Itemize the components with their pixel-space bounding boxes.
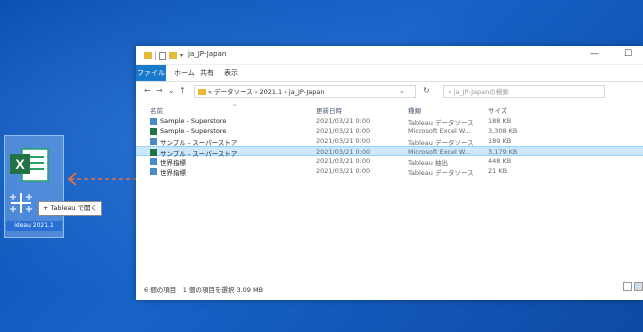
file-type: Microsoft Excel W... bbox=[408, 127, 471, 135]
column-name[interactable]: 名前 bbox=[150, 105, 163, 115]
folder-icon bbox=[198, 89, 206, 95]
tab-share[interactable]: 共有 bbox=[200, 65, 214, 81]
divider bbox=[155, 51, 156, 60]
minimize-button[interactable]: — bbox=[590, 49, 599, 59]
title-bar: ▾ ja_JP-Japan — ☐ bbox=[136, 46, 643, 65]
svg-text:X: X bbox=[15, 156, 25, 172]
column-size[interactable]: サイズ bbox=[488, 105, 507, 115]
file-row[interactable]: サンプル - スーパーストア 2021/03/21 0:00 Tableau データ… bbox=[136, 136, 643, 147]
properties-icon[interactable] bbox=[159, 51, 166, 60]
address-row: ← → ⌄ ↑ « データソース › 2021.1 › ja_JP-Japan … bbox=[136, 82, 643, 102]
file-name: Sample - Superstore bbox=[160, 117, 227, 125]
file-row[interactable]: Sample - Superstore 2021/03/21 0:00 Tablea… bbox=[136, 116, 643, 127]
address-bar[interactable]: « データソース › 2021.1 › ja_JP-Japan bbox=[194, 85, 416, 98]
sort-arrow-icon: ^ bbox=[232, 103, 238, 111]
file-date: 2021/03/21 0:00 bbox=[316, 137, 371, 145]
refresh-button[interactable]: ↻ bbox=[423, 86, 430, 95]
file-date: 2021/03/21 0:00 bbox=[316, 167, 371, 175]
search-placeholder: ja_JP-Japanの検索 bbox=[453, 88, 509, 96]
file-type: Microsoft Excel W... bbox=[408, 148, 471, 156]
tab-home[interactable]: ホーム bbox=[174, 65, 195, 81]
tableau-data-icon bbox=[150, 118, 157, 125]
excel-file-icon bbox=[150, 128, 157, 135]
file-type: Tableau データソース bbox=[408, 169, 474, 177]
file-row[interactable]: サンプル - スーパーストア 2021/03/21 0:00 Microsoft E… bbox=[136, 146, 643, 158]
address-dropdown-button[interactable]: ⌄ bbox=[399, 87, 405, 95]
file-size: 189 KB bbox=[488, 137, 512, 145]
file-date: 2021/03/21 0:00 bbox=[316, 117, 371, 125]
tableau-extract-icon bbox=[150, 158, 157, 165]
column-date[interactable]: 更新日時 bbox=[316, 105, 342, 115]
up-button[interactable]: ↑ bbox=[179, 86, 186, 95]
tableau-data-icon bbox=[150, 168, 157, 175]
column-type[interactable]: 種類 bbox=[408, 105, 421, 115]
ribbon-tabs: ファイル ホーム 共有 表示 bbox=[136, 65, 643, 82]
tableau-data-icon bbox=[150, 138, 157, 145]
status-bar: 6 個の項目 1 個の項目を選択 3.09 MB bbox=[144, 286, 264, 294]
file-row[interactable]: 世界指標 2021/03/21 0:00 Tableau 抽出 448 KB bbox=[136, 156, 643, 167]
address-path: « データソース › 2021.1 › ja_JP-Japan bbox=[208, 88, 325, 96]
excel-file-icon bbox=[150, 149, 157, 156]
tab-file[interactable]: ファイル bbox=[136, 65, 166, 81]
quick-access-toolbar: ▾ bbox=[144, 51, 183, 60]
back-button[interactable]: ← bbox=[144, 86, 151, 95]
folder-icon bbox=[144, 52, 152, 59]
tab-view[interactable]: 表示 bbox=[224, 65, 238, 81]
file-row[interactable]: Sample - Superstore 2021/03/21 0:00 Micros… bbox=[136, 126, 643, 136]
tableau-icon bbox=[10, 193, 32, 213]
large-icons-view-button[interactable] bbox=[634, 282, 643, 291]
forward-button[interactable]: → bbox=[156, 86, 163, 95]
file-size: 3,308 KB bbox=[488, 127, 518, 135]
file-row[interactable]: 世界指標 2021/03/21 0:00 Tableau データソース 21 KB bbox=[136, 166, 643, 177]
details-view-button[interactable] bbox=[623, 282, 632, 291]
excel-file-icon[interactable]: X bbox=[8, 145, 52, 185]
file-name: 世界指標 bbox=[160, 169, 186, 177]
search-input[interactable]: ⌕ ja_JP-Japanの検索 bbox=[443, 85, 605, 98]
recent-locations-button[interactable]: ⌄ bbox=[168, 86, 175, 95]
file-name: Sample - Superstore bbox=[160, 127, 227, 135]
explorer-window: ▾ ja_JP-Japan — ☐ ファイル ホーム 共有 表示 ← → ⌄ ↑… bbox=[136, 46, 643, 300]
file-label: ideau 2021.1 bbox=[6, 221, 62, 231]
column-headers: 名前 ^ 更新日時 種類 サイズ bbox=[136, 102, 643, 116]
file-size: 21 KB bbox=[488, 167, 508, 175]
view-toggle bbox=[623, 282, 643, 291]
file-size: 188 KB bbox=[488, 117, 512, 125]
chevron-down-icon[interactable]: ▾ bbox=[180, 52, 183, 59]
maximize-button[interactable]: ☐ bbox=[624, 49, 632, 59]
file-date: 2021/03/21 0:00 bbox=[316, 127, 371, 135]
file-list: Sample - Superstore 2021/03/21 0:00 Tablea… bbox=[136, 116, 643, 177]
window-title: ja_JP-Japan bbox=[188, 50, 227, 58]
drag-tooltip: + Tableau で開く bbox=[38, 201, 102, 216]
file-size: 448 KB bbox=[488, 157, 512, 165]
file-date: 2021/03/21 0:00 bbox=[316, 148, 371, 156]
new-folder-icon[interactable] bbox=[169, 52, 177, 59]
file-date: 2021/03/21 0:00 bbox=[316, 157, 371, 165]
file-size: 3,179 KB bbox=[488, 148, 518, 156]
